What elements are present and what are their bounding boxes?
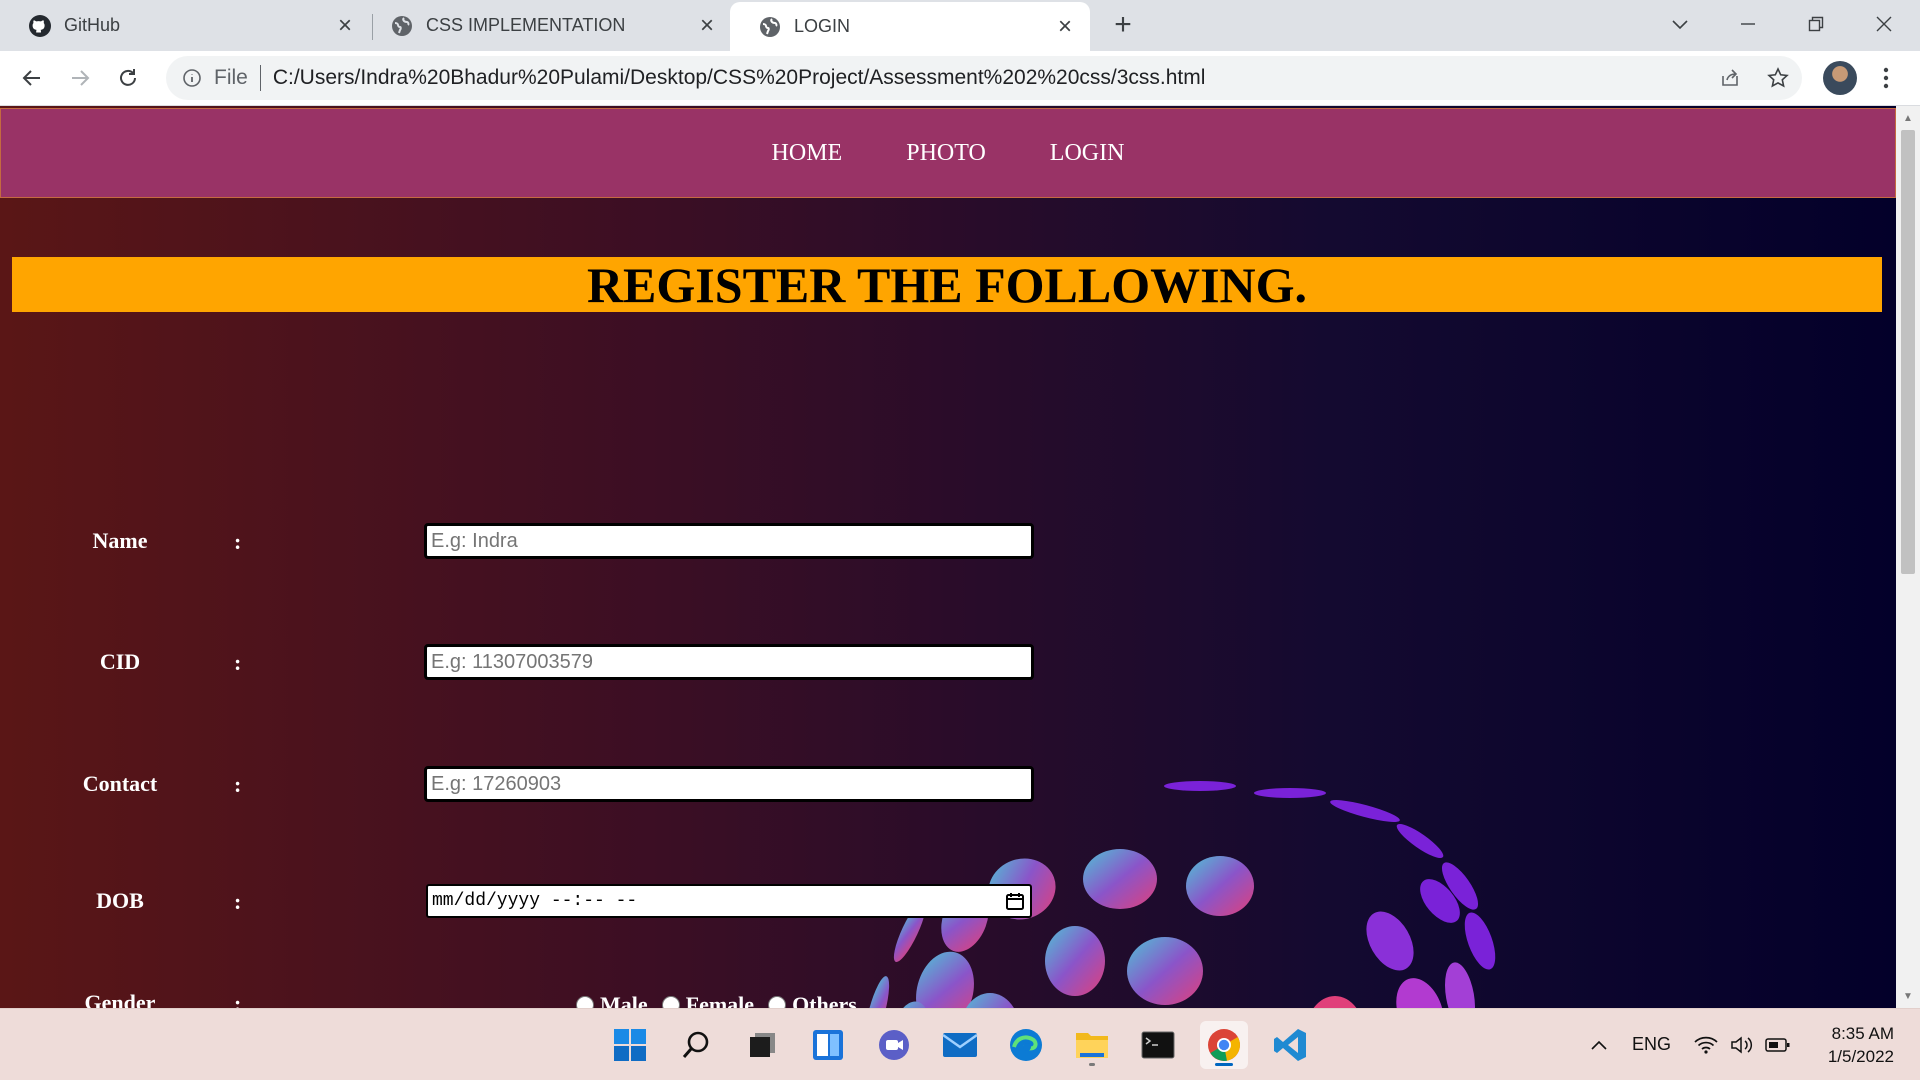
active-indicator: [1215, 1063, 1233, 1066]
scheme-label: File: [214, 66, 248, 89]
tab-title: GitHub: [64, 15, 121, 35]
browser-toolbar: File C:/Users/Indra%20Bhadur%20Pulami/De…: [0, 51, 1920, 106]
widgets-icon[interactable]: [804, 1021, 852, 1069]
search-icon[interactable]: [672, 1021, 720, 1069]
name-label: Name: [92, 528, 148, 553]
tab-github[interactable]: GitHub ×: [0, 0, 370, 51]
tab-search-icon[interactable]: [1660, 6, 1700, 42]
scroll-up-arrow-icon[interactable]: ▲: [1896, 108, 1920, 128]
volume-icon[interactable]: [1728, 1031, 1756, 1059]
tab-title: LOGIN: [794, 16, 851, 36]
info-icon[interactable]: [180, 66, 204, 90]
language-indicator[interactable]: ENG: [1632, 1034, 1671, 1055]
globe-icon: [390, 14, 414, 38]
gender-others-radio[interactable]: [768, 996, 787, 1008]
site-navbar: HOME PHOTO LOGIN: [0, 108, 1896, 198]
share-icon[interactable]: [1712, 60, 1748, 96]
back-icon[interactable]: [14, 60, 50, 96]
calendar-icon[interactable]: [1000, 886, 1030, 916]
decorative-sphere-graphic: [864, 781, 1496, 1008]
restore-icon[interactable]: [1796, 6, 1836, 42]
cid-colon: :: [234, 650, 242, 675]
address-bar[interactable]: File C:/Users/Indra%20Bhadur%20Pulami/De…: [166, 56, 1802, 100]
cid-label: CID: [99, 649, 141, 674]
browser-tab-strip: GitHub × CSS IMPLEMENTATION × LOGIN × +: [0, 0, 1920, 51]
battery-icon[interactable]: [1764, 1031, 1792, 1059]
close-tab-icon[interactable]: ×: [338, 13, 352, 38]
contact-input[interactable]: [424, 766, 1034, 802]
gender-female-radio[interactable]: [661, 996, 680, 1008]
wifi-icon[interactable]: [1692, 1031, 1720, 1059]
minimize-icon[interactable]: [1728, 6, 1768, 42]
windows-start-icon[interactable]: [606, 1021, 654, 1069]
teams-chat-icon[interactable]: [870, 1021, 918, 1069]
tab-css-implementation[interactable]: CSS IMPLEMENTATION ×: [362, 0, 732, 51]
gender-label: Gender: [84, 990, 156, 1008]
running-indicator: [1089, 1063, 1095, 1066]
taskbar-clock[interactable]: 8:35 AM 1/5/2022: [1808, 1022, 1894, 1068]
dob-label: DOB: [96, 888, 144, 913]
nav-photo-link[interactable]: PHOTO: [906, 140, 986, 167]
chrome-icon[interactable]: [1200, 1021, 1248, 1069]
url-text[interactable]: C:/Users/Indra%20Bhadur%20Pulami/Desktop…: [273, 66, 1206, 90]
dob-value-text: mm/dd/yyyy --:-- --: [432, 891, 638, 911]
terminal-icon[interactable]: [1134, 1021, 1182, 1069]
tab-title: CSS IMPLEMENTATION: [426, 15, 626, 35]
menu-kebab-icon[interactable]: [1868, 60, 1904, 96]
nav-login-link[interactable]: LOGIN: [1050, 140, 1125, 167]
bookmark-star-icon[interactable]: [1760, 60, 1796, 96]
address-divider: [259, 65, 261, 91]
reload-icon[interactable]: [110, 60, 146, 96]
contact-colon: :: [234, 772, 242, 797]
clock-date: 1/5/2022: [1827, 1047, 1894, 1066]
name-input[interactable]: [424, 523, 1034, 559]
edge-icon[interactable]: [1002, 1021, 1050, 1069]
page-viewport: HOME PHOTO LOGIN REGISTER THE FOLLOWING.…: [0, 106, 1896, 1008]
new-tab-button[interactable]: +: [1106, 8, 1140, 42]
close-tab-icon[interactable]: ×: [700, 13, 714, 38]
close-window-icon[interactable]: [1864, 6, 1904, 42]
globe-icon: [758, 15, 782, 39]
chevron-up-icon[interactable]: [1585, 1031, 1613, 1059]
cid-input[interactable]: [424, 644, 1034, 680]
tab-login[interactable]: LOGIN ×: [730, 2, 1090, 51]
vscode-icon[interactable]: [1266, 1021, 1314, 1069]
scrollbar-thumb[interactable]: [1901, 130, 1915, 574]
forward-icon[interactable]: [62, 60, 98, 96]
dob-datetime-input[interactable]: mm/dd/yyyy --:-- --: [426, 884, 1032, 918]
mail-icon[interactable]: [936, 1021, 984, 1069]
register-banner: REGISTER THE FOLLOWING.: [12, 256, 1882, 313]
contact-label: Contact: [82, 771, 158, 796]
page-scrollbar[interactable]: ▲ ▼: [1896, 106, 1920, 1008]
task-view-icon[interactable]: [738, 1021, 786, 1069]
gender-colon: :: [234, 991, 242, 1008]
name-colon: :: [234, 529, 242, 554]
dob-colon: :: [234, 889, 242, 914]
gender-others-label: Others: [792, 992, 857, 1008]
gender-male-label: Male: [600, 992, 648, 1008]
page-title: REGISTER THE FOLLOWING.: [586, 256, 1308, 313]
file-explorer-icon[interactable]: [1068, 1021, 1116, 1069]
gender-female-label: Female: [685, 992, 755, 1008]
gender-radio-group: Male Female Others: [576, 992, 871, 1008]
github-icon: [28, 14, 52, 38]
windows-taskbar: ENG 8:35 AM 1/5/2022: [0, 1008, 1920, 1080]
profile-avatar[interactable]: [1823, 61, 1857, 95]
gender-male-radio[interactable]: [576, 996, 594, 1008]
nav-home-link[interactable]: HOME: [772, 140, 843, 167]
close-tab-icon[interactable]: ×: [1058, 14, 1072, 39]
scroll-down-arrow-icon[interactable]: ▼: [1896, 986, 1920, 1006]
clock-time: 8:35 AM: [1831, 1024, 1894, 1043]
